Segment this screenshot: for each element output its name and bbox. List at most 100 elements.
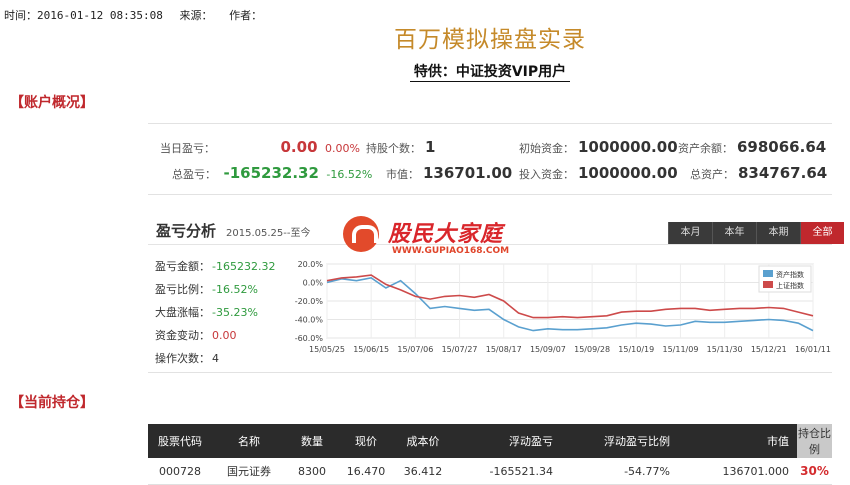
logo-text: 股民大家庭 <box>388 221 504 247</box>
stat-label: 操作次数： <box>155 352 210 365</box>
cell-ratio: 30% <box>797 458 832 485</box>
asset-balance-label: 资产余额： <box>678 142 733 155</box>
stat-pnl-ratio: 盈亏比例： -16.52% <box>155 281 275 304</box>
y-tick-label: -20.0% <box>295 297 324 306</box>
col-pnl: 浮动盈亏 <box>452 424 561 458</box>
y-tick-label: -40.0% <box>295 316 324 325</box>
legend-swatch <box>763 270 773 277</box>
stat-value: -165232.32 <box>212 260 276 273</box>
today-pnl-pct: 0.00% <box>325 142 360 155</box>
stat-label: 盈亏比例： <box>155 283 210 296</box>
subtitle-text: 特供：中证投资VIP用户 <box>409 64 571 82</box>
col-code: 股票代码 <box>148 424 212 458</box>
x-tick-label: 15/06/15 <box>353 345 389 354</box>
holdings-table: 股票代码 名称 数量 现价 成本价 浮动盈亏 浮动盈亏比例 市值 持仓比例 00… <box>148 424 832 485</box>
table-row: 000728 国元证券 8300 16.470 36.412 -165521.3… <box>148 458 832 485</box>
asset-balance-value: 698066.64 <box>737 138 827 156</box>
pnl-analysis-date-range: 2015.05.25--至今 <box>226 228 311 239</box>
logo-url: WWW.GUPIAO168.COM <box>392 246 510 256</box>
invested-capital-value: 1000000.00 <box>578 164 678 182</box>
stat-value: 4 <box>212 352 219 365</box>
col-price: 现价 <box>338 424 394 458</box>
x-tick-label: 15/11/30 <box>707 345 743 354</box>
account-overview: 当日盈亏： 0.00 0.00% 总盈亏： -165232.32 -16.52%… <box>148 123 832 195</box>
x-tick-label: 15/09/28 <box>574 345 610 354</box>
total-assets-value: 834767.64 <box>738 164 828 182</box>
legend-label: 上证指数 <box>776 281 804 290</box>
cell-qty: 8300 <box>286 458 338 485</box>
x-tick-label: 15/11/09 <box>662 345 698 354</box>
stat-market-change: 大盘涨幅： -35.23% <box>155 304 275 327</box>
y-tick-label: 20.0% <box>298 260 324 269</box>
positions-count: 持股个数： 1 <box>366 138 435 156</box>
holdings-header-row: 股票代码 名称 数量 现价 成本价 浮动盈亏 浮动盈亏比例 市值 持仓比例 <box>148 424 832 458</box>
col-cost: 成本价 <box>394 424 452 458</box>
x-tick-label: 15/12/21 <box>751 345 787 354</box>
pnl-analysis-title: 盈亏分析 <box>156 222 217 240</box>
total-pnl-pct: -16.52% <box>326 168 373 181</box>
asset-balance: 资产余额： 698066.64 <box>678 138 826 156</box>
tab-this-month[interactable]: 本月 <box>668 222 712 244</box>
market-value: 市值： 136701.00 <box>386 164 512 182</box>
market-value-label: 市值： <box>386 168 419 181</box>
today-pnl-value: 0.00 <box>280 138 318 156</box>
x-tick-label: 15/05/25 <box>309 345 345 354</box>
col-name: 名称 <box>212 424 286 458</box>
cell-pnl-pct: -54.77% <box>561 458 678 485</box>
initial-capital-label: 初始资金： <box>519 142 574 155</box>
total-assets: 总资产： 834767.64 <box>690 164 827 182</box>
y-tick-label: -60.0% <box>295 334 324 343</box>
col-ratio: 持仓比例 <box>797 424 832 458</box>
page-subtitle: 特供：中证投资VIP用户 <box>0 61 850 82</box>
total-pnl-value: -165232.32 <box>223 164 319 182</box>
logo-icon <box>343 216 379 252</box>
stat-label: 大盘涨幅： <box>155 306 210 319</box>
section-title-holdings: 【当前持仓】 <box>10 395 94 411</box>
total-pnl-label: 总盈亏： <box>172 168 216 181</box>
col-pnl-pct: 浮动盈亏比例 <box>561 424 678 458</box>
cell-value: 136701.000 <box>678 458 797 485</box>
initial-capital-value: 1000000.00 <box>578 138 678 156</box>
stat-label: 盈亏金额： <box>155 260 210 273</box>
cell-pnl: -165521.34 <box>452 458 561 485</box>
stat-label: 资金变动： <box>155 329 210 342</box>
cell-name: 国元证券 <box>212 458 286 485</box>
tab-this-year[interactable]: 本年 <box>712 222 756 244</box>
pnl-line-chart: 20.0% 0.0% -20.0% -40.0% -60.0% 15/05/25 15/06… <box>295 260 831 354</box>
positions-label: 持股个数： <box>366 142 421 155</box>
stat-value: 0.00 <box>212 329 237 342</box>
legend-label: 资产指数 <box>776 270 804 279</box>
stat-trade-count: 操作次数： 4 <box>155 350 275 373</box>
x-tick-label: 15/07/06 <box>397 345 433 354</box>
stat-pnl-amount: 盈亏金额： -165232.32 <box>155 258 275 281</box>
page-title: 百万模拟操盘实录 <box>394 27 586 53</box>
col-qty: 数量 <box>286 424 338 458</box>
period-tabs: 本月 本年 本期 全部 <box>668 222 844 244</box>
today-pnl: 当日盈亏： 0.00 0.00% <box>160 138 360 156</box>
invested-capital-label: 投入资金： <box>519 168 574 181</box>
cell-code: 000728 <box>148 458 212 485</box>
x-tick-label: 16/01/11 <box>795 345 831 354</box>
watermark-logo: 股民大家庭 WWW.GUPIAO168.COM <box>340 214 510 260</box>
pnl-stats: 盈亏金额： -165232.32 盈亏比例： -16.52% 大盘涨幅： -35.23… <box>155 258 275 373</box>
x-tick-label: 15/10/19 <box>618 345 654 354</box>
total-assets-label: 总资产： <box>690 168 734 181</box>
cell-price: 16.470 <box>338 458 394 485</box>
positions-value: 1 <box>425 138 436 156</box>
today-pnl-label: 当日盈亏： <box>160 142 215 155</box>
col-value: 市值 <box>678 424 797 458</box>
y-tick-label: 0.0% <box>303 279 324 288</box>
section-title-overview: 【账户概况】 <box>10 95 94 111</box>
total-pnl: 总盈亏： -165232.32 -16.52% <box>172 164 372 182</box>
x-tick-label: 15/07/27 <box>442 345 478 354</box>
market-value-value: 136701.00 <box>423 164 513 182</box>
stat-capital-change: 资金变动： 0.00 <box>155 327 275 350</box>
x-tick-label: 15/08/17 <box>486 345 522 354</box>
initial-capital: 初始资金： 1000000.00 <box>519 138 678 156</box>
stat-value: -35.23% <box>212 306 258 319</box>
tab-all[interactable]: 全部 <box>800 222 844 244</box>
tab-this-period[interactable]: 本期 <box>756 222 800 244</box>
invested-capital: 投入资金： 1000000.00 <box>519 164 678 182</box>
legend-swatch <box>763 281 773 288</box>
x-tick-label: 15/09/07 <box>530 345 566 354</box>
